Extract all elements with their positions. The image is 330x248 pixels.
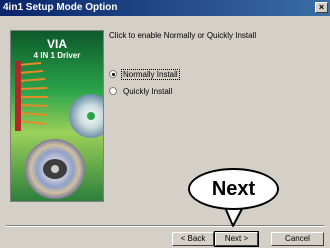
title-bar[interactable]: 4in1 Setup Mode Option × [0, 0, 330, 16]
driver-label: 4 IN 1 Driver [33, 51, 81, 60]
close-icon: × [318, 2, 325, 12]
brand-label: VIA [46, 37, 67, 51]
quickly-install-option[interactable]: Quickly Install [109, 85, 173, 97]
window-title: 4in1 Setup Mode Option [3, 2, 118, 13]
next-callout: Next [188, 168, 279, 210]
normally-install-label[interactable]: Normally Install [121, 68, 180, 80]
button-separator [6, 225, 324, 227]
instruction-text: Click to enable Normally or Quickly Inst… [109, 31, 257, 40]
close-button[interactable]: × [315, 2, 328, 13]
quickly-install-label[interactable]: Quickly Install [122, 87, 173, 96]
cancel-button[interactable]: Cancel [271, 232, 324, 246]
setup-banner-image: VIA 4 IN 1 Driver [10, 30, 104, 202]
next-button[interactable]: Next > [214, 231, 259, 247]
quickly-install-radio[interactable] [109, 87, 117, 95]
back-button[interactable]: < Back [172, 232, 214, 246]
normally-install-option[interactable]: Normally Install [109, 68, 180, 80]
setup-dialog: 4in1 Setup Mode Option × VIA 4 IN 1 Driv… [0, 0, 330, 248]
normally-install-radio[interactable] [109, 70, 117, 78]
